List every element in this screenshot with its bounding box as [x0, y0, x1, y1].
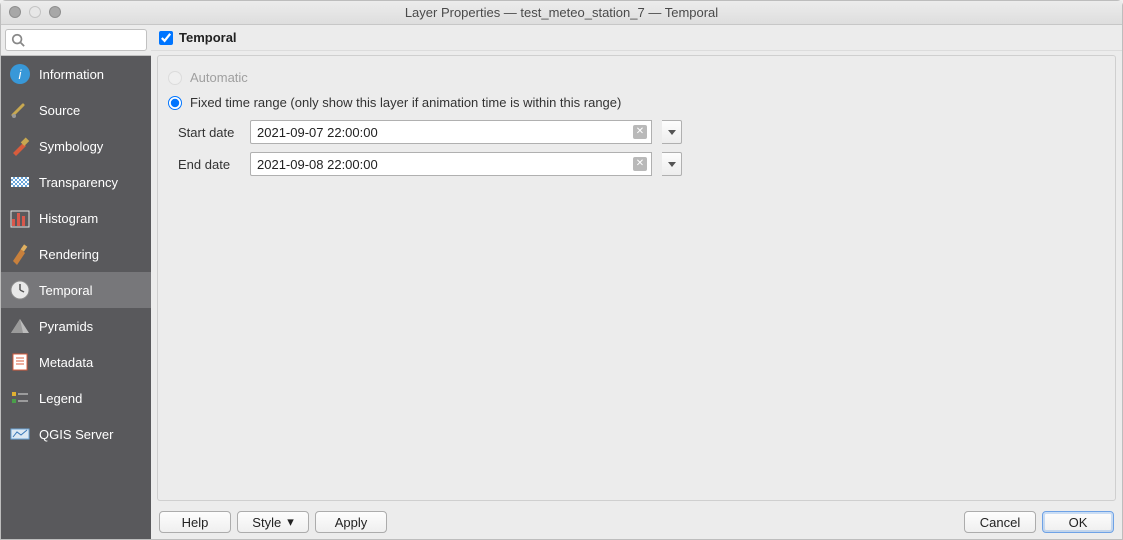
sidebar-item-label: Information	[39, 67, 104, 82]
wrench-icon	[9, 99, 31, 121]
end-date-row: End date ✕	[178, 152, 1105, 176]
window-title: Layer Properties — test_meteo_station_7 …	[1, 5, 1122, 20]
pyramid-icon	[9, 315, 31, 337]
rendering-icon	[9, 243, 31, 265]
minimize-window-button[interactable]	[29, 6, 41, 18]
histogram-icon	[9, 207, 31, 229]
sidebar-item-information[interactable]: i Information	[1, 56, 151, 92]
radio-fixed-label: Fixed time range (only show this layer i…	[190, 95, 621, 110]
apply-button[interactable]: Apply	[315, 511, 387, 533]
start-date-dropdown-button[interactable]	[662, 120, 682, 144]
main-panel: Temporal Automatic Fixed time range (onl…	[151, 25, 1122, 539]
clock-icon	[9, 279, 31, 301]
radio-automatic-row[interactable]: Automatic	[168, 70, 1105, 85]
ok-button[interactable]: OK	[1042, 511, 1114, 533]
sidebar-item-symbology[interactable]: Symbology	[1, 128, 151, 164]
end-date-dropdown-button[interactable]	[662, 152, 682, 176]
chevron-down-icon	[667, 159, 677, 169]
sidebar-item-qgis-server[interactable]: QGIS Server	[1, 416, 151, 452]
start-date-label: Start date	[178, 125, 242, 140]
start-date-clear-button[interactable]: ✕	[630, 120, 650, 144]
sidebar-item-label: Transparency	[39, 175, 118, 190]
start-date-input[interactable]	[250, 120, 652, 144]
end-date-input[interactable]	[250, 152, 652, 176]
end-date-label: End date	[178, 157, 242, 172]
style-button[interactable]: Style▾	[237, 511, 309, 533]
dialog-footer: Help Style▾ Apply Cancel OK	[151, 505, 1122, 539]
sidebar-item-label: Rendering	[39, 247, 99, 262]
sidebar-item-label: Symbology	[39, 139, 103, 154]
panel-title-label: Temporal	[179, 30, 237, 45]
close-window-button[interactable]	[9, 6, 21, 18]
sidebar-item-legend[interactable]: Legend	[1, 380, 151, 416]
info-icon: i	[9, 63, 31, 85]
temporal-enable-checkbox[interactable]	[159, 31, 173, 45]
clear-icon: ✕	[633, 157, 647, 171]
metadata-icon	[9, 351, 31, 373]
radio-automatic-label: Automatic	[190, 70, 248, 85]
sidebar-item-source[interactable]: Source	[1, 92, 151, 128]
start-date-row: Start date ✕	[178, 120, 1105, 144]
zoom-window-button[interactable]	[49, 6, 61, 18]
sidebar-item-label: Legend	[39, 391, 82, 406]
radio-automatic[interactable]	[168, 71, 182, 85]
panel-header: Temporal	[151, 25, 1122, 51]
end-date-clear-button[interactable]: ✕	[630, 152, 650, 176]
dialog-window: Layer Properties — test_meteo_station_7 …	[0, 0, 1123, 540]
sidebar: i Information Source Symbology Transpare…	[1, 25, 151, 539]
sidebar-item-transparency[interactable]: Transparency	[1, 164, 151, 200]
sidebar-item-pyramids[interactable]: Pyramids	[1, 308, 151, 344]
transparency-icon	[9, 171, 31, 193]
sidebar-item-label: Temporal	[39, 283, 92, 298]
radio-fixed[interactable]	[168, 96, 182, 110]
sidebar-item-label: Histogram	[39, 211, 98, 226]
sidebar-search-input[interactable]	[5, 29, 147, 51]
sidebar-item-histogram[interactable]: Histogram	[1, 200, 151, 236]
chevron-down-icon: ▾	[287, 514, 294, 530]
sidebar-item-metadata[interactable]: Metadata	[1, 344, 151, 380]
sidebar-search-wrap	[1, 25, 151, 56]
sidebar-item-label: Source	[39, 103, 80, 118]
chevron-down-icon	[667, 127, 677, 137]
cancel-button[interactable]: Cancel	[964, 511, 1036, 533]
titlebar: Layer Properties — test_meteo_station_7 …	[1, 1, 1122, 25]
help-button[interactable]: Help	[159, 511, 231, 533]
legend-icon	[9, 387, 31, 409]
panel-body: Automatic Fixed time range (only show th…	[157, 55, 1116, 501]
server-icon	[9, 423, 31, 445]
radio-fixed-row[interactable]: Fixed time range (only show this layer i…	[168, 95, 1105, 110]
sidebar-item-label: Metadata	[39, 355, 93, 370]
sidebar-item-rendering[interactable]: Rendering	[1, 236, 151, 272]
sidebar-item-label: Pyramids	[39, 319, 93, 334]
search-icon	[11, 33, 25, 47]
brush-icon	[9, 135, 31, 157]
sidebar-item-temporal[interactable]: Temporal	[1, 272, 151, 308]
clear-icon: ✕	[633, 125, 647, 139]
sidebar-item-label: QGIS Server	[39, 427, 113, 442]
window-controls	[9, 6, 61, 18]
